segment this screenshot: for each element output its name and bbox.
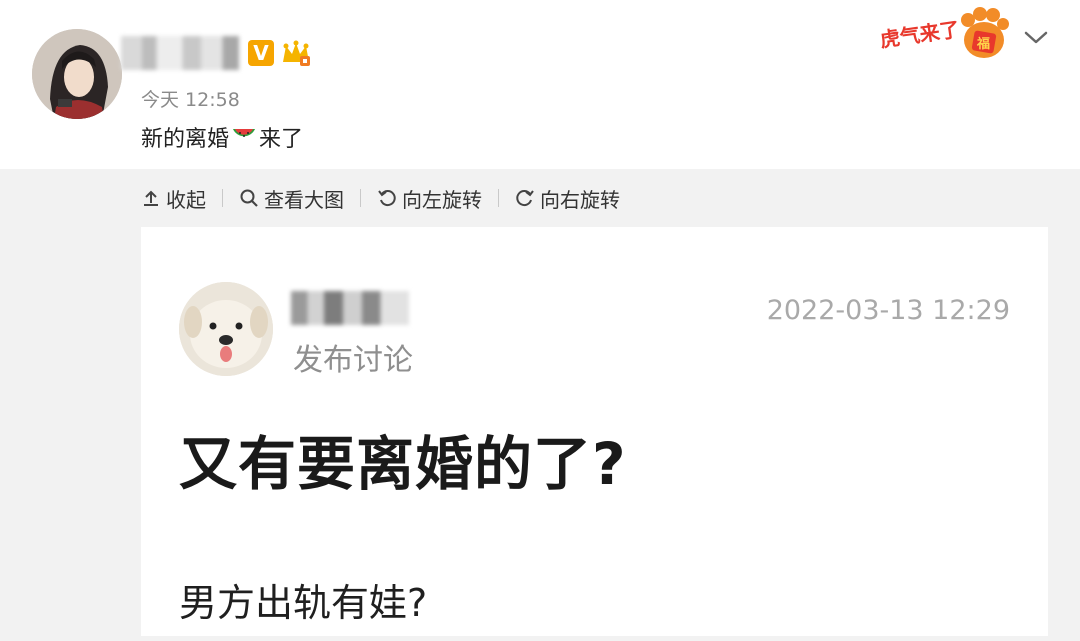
toolbar-divider [360, 189, 361, 207]
collapse-button[interactable]: 收起 [141, 184, 206, 213]
collapse-label: 收起 [166, 187, 206, 212]
toolbar-divider [498, 189, 499, 207]
svg-text:虎气来了: 虎气来了 [879, 17, 962, 52]
card-body-line: 男方出轨有娃? [179, 581, 428, 625]
card-title: 又有要离婚的了? [179, 430, 627, 498]
svg-text:福: 福 [976, 36, 990, 52]
view-large-label: 查看大图 [264, 187, 344, 212]
post-timestamp: 今天 12:58 [141, 89, 240, 111]
crown-icon [280, 40, 312, 68]
tiger-new-year-sticker: 虎气来了 福 [876, 6, 1012, 62]
dog-avatar [179, 282, 273, 376]
username-blurred[interactable] [121, 36, 239, 70]
card-username-blurred [291, 291, 409, 325]
search-icon [240, 189, 258, 207]
chevron-down-icon[interactable] [1022, 27, 1050, 47]
avatar[interactable] [32, 29, 122, 119]
embedded-screenshot-image[interactable]: 发布讨论 2022-03-13 12:29 又有要离婚的了? 男方出轨有娃? [141, 227, 1048, 636]
card-subtitle: 发布讨论 [293, 343, 413, 378]
rotate-right-icon [516, 190, 534, 207]
watermelon-icon [231, 126, 257, 148]
view-large-button[interactable]: 查看大图 [239, 184, 344, 213]
post-text-before: 新的离婚 [141, 127, 230, 152]
rotate-left-label: 向左旋转 [402, 187, 482, 212]
toolbar-divider [222, 189, 223, 207]
post-text: 新的离婚 来了 [141, 121, 303, 153]
rotate-left-button[interactable]: 向左旋转 [377, 184, 482, 213]
post-text-after: 来了 [259, 127, 304, 152]
card-date: 2022-03-13 12:29 [766, 295, 1010, 326]
rotate-right-button[interactable]: 向右旋转 [515, 184, 620, 213]
image-toolbar: 收起 查看大图 向左旋转 向右旋转 [141, 183, 620, 213]
collapse-icon [144, 190, 158, 206]
rotate-right-label: 向右旋转 [540, 187, 620, 212]
verified-badge: V [248, 40, 274, 66]
rotate-left-icon [378, 190, 396, 207]
